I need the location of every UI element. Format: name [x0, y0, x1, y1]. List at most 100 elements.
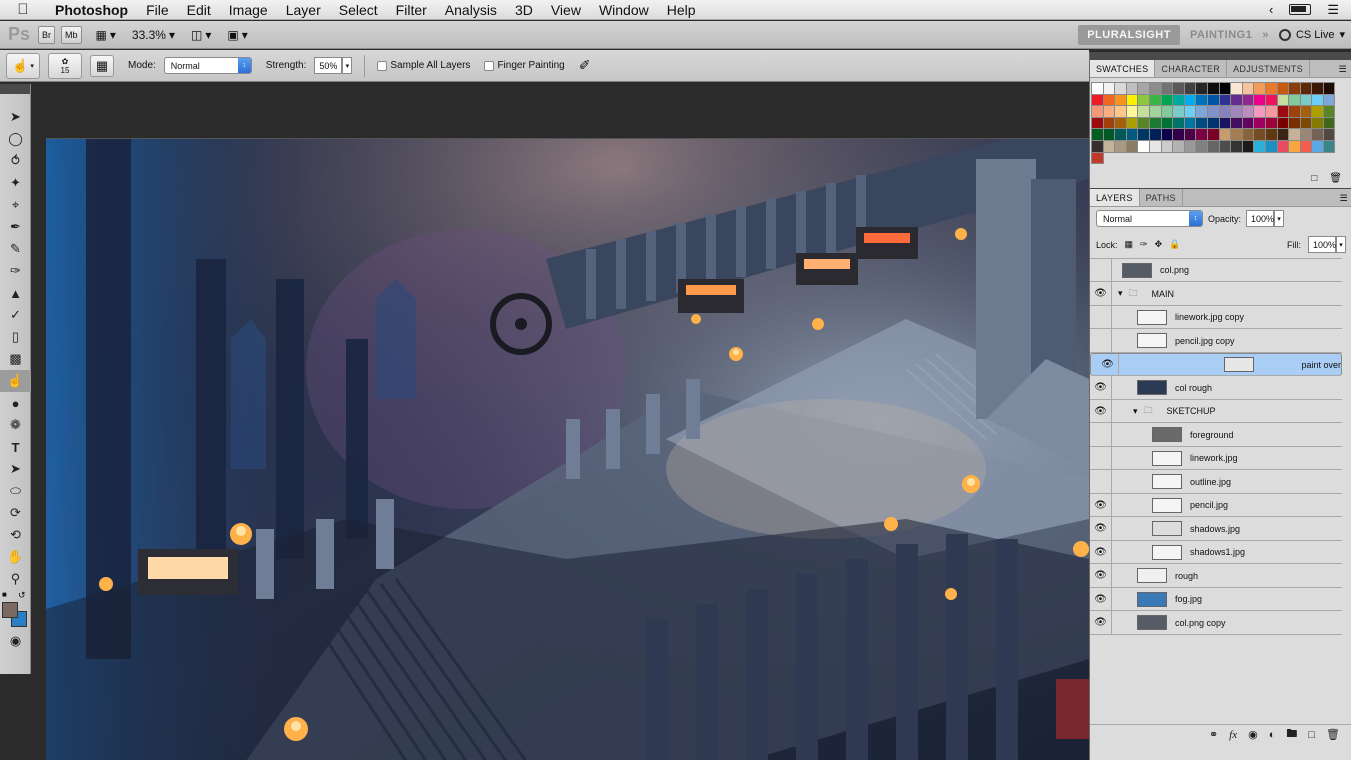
visibility-eye-icon[interactable]	[1090, 446, 1112, 470]
type-tool-icon[interactable]: T	[0, 436, 31, 458]
fill-dropdown-icon[interactable]: ▾	[1336, 236, 1346, 253]
layer-row[interactable]: 👁 paint over	[1090, 353, 1342, 376]
brush-tool-icon[interactable]: ✑	[0, 260, 31, 282]
menu-app-name[interactable]: Photoshop	[46, 0, 137, 20]
layer-row[interactable]: linework.jpg	[1090, 446, 1342, 470]
layer-row[interactable]: linework.jpg copy	[1090, 305, 1342, 329]
menu-analysis[interactable]: Analysis	[436, 0, 506, 20]
lock-pixels-icon[interactable]: ✑	[1140, 239, 1148, 250]
brush-preset-picker[interactable]: ✿ 15	[48, 52, 82, 79]
marquee-tool-icon[interactable]: ◯	[0, 128, 31, 150]
layer-group-row[interactable]: 👁 ▾ 🗀 SKETCHUP	[1090, 399, 1342, 423]
opacity-input[interactable]: 100%	[1246, 210, 1274, 227]
trash-icon[interactable]: 🗑	[1326, 728, 1340, 741]
tab-adjustments[interactable]: ADJUSTMENTS	[1227, 60, 1310, 77]
panel-dock-grip[interactable]	[1090, 52, 1351, 60]
screen-mode-dropdown[interactable]: ▣ ▾	[227, 28, 247, 42]
workspace-painting1[interactable]: PAINTING1	[1190, 29, 1252, 41]
new-group-icon[interactable]: 🖿	[1286, 725, 1297, 744]
link-icon[interactable]: ⚭	[1209, 728, 1218, 741]
tab-character[interactable]: CHARACTER	[1155, 60, 1228, 77]
mode-select[interactable]: Normal ↕	[163, 57, 252, 74]
tab-layers[interactable]: LAYERS	[1090, 189, 1140, 206]
move-tool-icon[interactable]: ➤	[0, 106, 31, 128]
tab-paths[interactable]: PATHS	[1140, 189, 1183, 206]
bridge-button[interactable]: Br	[38, 25, 56, 44]
path-select-tool-icon[interactable]: ➤	[0, 458, 31, 480]
menu-image[interactable]: Image	[220, 0, 277, 20]
3d-rotate-tool-icon[interactable]: ⟳	[0, 502, 31, 524]
quick-select-tool-icon[interactable]: ✦	[0, 172, 31, 194]
menu-view[interactable]: View	[542, 0, 590, 20]
layer-row[interactable]: pencil.jpg copy	[1090, 329, 1342, 353]
visibility-eye-icon[interactable]: 👁	[1090, 376, 1112, 399]
visibility-eye-icon[interactable]: 👁	[1090, 517, 1112, 540]
layer-group-row[interactable]: 👁 ▾ 🗀 MAIN	[1090, 282, 1342, 306]
eyedropper-tool-icon[interactable]: ✒	[0, 216, 31, 238]
visibility-eye-icon[interactable]: 👁	[1090, 493, 1112, 517]
layer-row[interactable]: col.png	[1090, 258, 1342, 282]
quick-mask-icon[interactable]: ◉	[0, 630, 31, 652]
panel-menu-icon[interactable]: ☰	[1339, 60, 1351, 77]
swatch[interactable]	[1091, 151, 1104, 165]
visibility-eye-icon[interactable]: 👁	[1090, 611, 1112, 634]
new-swatch-icon[interactable]: □	[1311, 173, 1317, 184]
visibility-eye-icon[interactable]	[1090, 470, 1112, 493]
strength-dropdown-icon[interactable]: ▾	[342, 57, 353, 74]
hand-tool-icon[interactable]: ✋	[0, 546, 31, 568]
adjustment-icon[interactable]: ◐	[1269, 729, 1276, 741]
layer-row[interactable]: foreground	[1090, 423, 1342, 447]
3d-orbit-tool-icon[interactable]: ⟲	[0, 524, 31, 546]
zoom-tool-icon[interactable]: ⚲	[0, 568, 31, 590]
battery-icon[interactable]	[1289, 4, 1312, 15]
finger-painting-checkbox[interactable]	[484, 60, 495, 71]
menu-help[interactable]: Help	[658, 0, 705, 20]
opacity-dropdown-icon[interactable]: ▾	[1274, 210, 1285, 227]
visibility-eye-icon[interactable]	[1090, 423, 1112, 446]
default-colors-icon[interactable]: ■	[2, 590, 7, 599]
menu-edit[interactable]: Edit	[178, 0, 220, 20]
fill-input[interactable]: 100%	[1308, 236, 1336, 253]
layer-row[interactable]: 👁 shadows1.jpg	[1090, 540, 1342, 564]
brush-panel-toggle[interactable]: ▦	[90, 54, 114, 77]
shape-tool-icon[interactable]: ⬭	[0, 480, 31, 502]
dodge-tool-icon[interactable]: ●	[0, 392, 31, 414]
mask-icon[interactable]: ◉	[1248, 728, 1258, 741]
visibility-eye-icon[interactable]: 👁	[1090, 587, 1112, 611]
layer-row[interactable]: 👁 rough	[1090, 564, 1342, 588]
lasso-tool-icon[interactable]: ⥀	[0, 150, 31, 172]
swap-colors-icon[interactable]: ↺	[18, 590, 26, 601]
lock-position-icon[interactable]: ✥	[1155, 239, 1163, 250]
document-canvas[interactable]	[46, 138, 1089, 760]
menu-filter[interactable]: Filter	[387, 0, 436, 20]
menu-list-icon[interactable]: ☰	[1327, 2, 1339, 18]
arrange-documents-dropdown[interactable]: ◫ ▾	[191, 28, 211, 42]
sample-all-layers-checkbox[interactable]	[377, 60, 388, 71]
visibility-eye-icon[interactable]: 👁	[1090, 540, 1112, 564]
layer-row[interactable]: 👁 shadows.jpg	[1090, 517, 1342, 541]
swatch[interactable]	[1322, 139, 1336, 153]
visibility-eye-icon[interactable]	[1090, 329, 1112, 352]
visibility-eye-icon[interactable]: 👁	[1090, 399, 1112, 423]
tools-panel-grip[interactable]	[0, 84, 30, 94]
eraser-tool-icon[interactable]: ▯	[0, 326, 31, 348]
history-brush-tool-icon[interactable]: ✓	[0, 304, 31, 326]
visibility-eye-icon[interactable]: 👁	[1090, 564, 1112, 587]
crop-tool-icon[interactable]: ⌖	[0, 194, 31, 216]
layer-row[interactable]: 👁 fog.jpg	[1090, 587, 1342, 611]
layer-row[interactable]: outline.jpg	[1090, 470, 1342, 494]
visibility-eye-icon[interactable]	[1090, 258, 1112, 282]
more-workspaces-icon[interactable]: »	[1262, 29, 1269, 41]
mini-bridge-button[interactable]: Mb	[61, 25, 82, 44]
lock-all-icon[interactable]: 🔒	[1169, 239, 1180, 250]
visibility-eye-icon[interactable]	[1090, 305, 1112, 329]
tablet-pressure-icon[interactable]: ✐	[579, 57, 591, 74]
menu-window[interactable]: Window	[590, 0, 658, 20]
cs-live-button[interactable]: CS Live ▾	[1278, 28, 1345, 41]
visibility-eye-icon[interactable]: 👁	[1090, 282, 1112, 305]
group-disclosure-icon[interactable]: ▾	[1118, 288, 1123, 299]
group-disclosure-icon[interactable]: ▾	[1133, 406, 1138, 417]
gradient-tool-icon[interactable]: ▩	[0, 348, 31, 370]
menu-file[interactable]: File	[137, 0, 178, 20]
spot-healing-tool-icon[interactable]: ✎	[0, 238, 31, 260]
